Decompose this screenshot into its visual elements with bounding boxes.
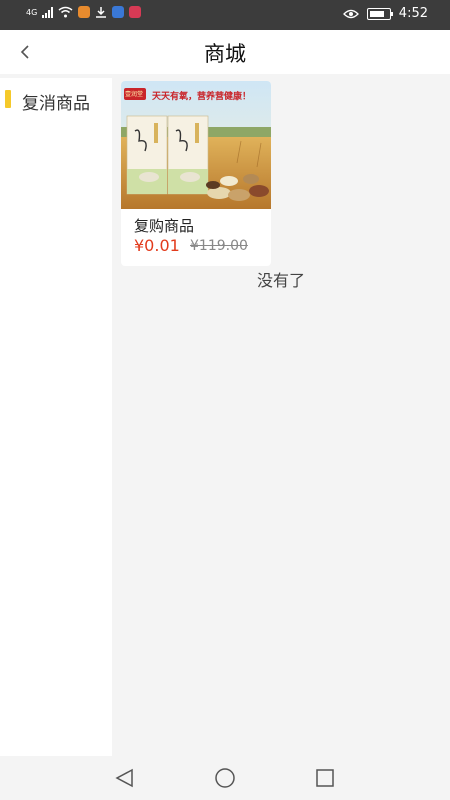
product-image[interactable]: 壹润堂 天天有氧，营养营健康！ (121, 81, 271, 209)
sidebar-item-recurring-goods[interactable]: 复消商品 (0, 78, 112, 122)
banner-logo: 壹润堂 (125, 91, 144, 98)
nav-back-button[interactable] (113, 766, 137, 790)
eye-icon (342, 9, 359, 18)
banner-slogan: 天天有氧，营养营健康！ (152, 92, 252, 102)
system-nav-bar (0, 756, 450, 800)
category-sidebar: 复消商品 (0, 78, 112, 756)
message-icon (129, 6, 142, 18)
list-end-text: 没有了 (257, 271, 306, 290)
app-header: 商城 (0, 30, 450, 74)
product-name: 复购商品 (134, 217, 195, 235)
nav-home-icon (215, 768, 235, 788)
page-title: 商城 (204, 42, 246, 66)
status-time: 4:52 (398, 6, 428, 21)
nav-recents-button[interactable] (313, 766, 337, 790)
nav-recents-icon (316, 769, 334, 787)
product-original-price: ¥119.00 (190, 238, 248, 254)
status-bar: 4G 4:52 (0, 0, 450, 30)
product-card[interactable]: 壹润堂 天天有氧，营养营健康！ 复购商品 ¥0.01 ¥119.00 (121, 81, 271, 266)
sidebar-item-label: 复消商品 (22, 94, 90, 114)
app-notification-icon (78, 6, 91, 18)
carrier-tag: 4G (26, 7, 38, 17)
battery-icon (366, 7, 393, 20)
browser-icon (112, 6, 125, 18)
wifi-icon (58, 6, 73, 18)
active-indicator (5, 90, 11, 108)
nav-back-icon (115, 768, 133, 788)
download-icon (96, 7, 107, 18)
nav-home-button[interactable] (213, 766, 237, 790)
signal-icon (42, 6, 54, 18)
product-price: ¥0.01 (134, 236, 180, 255)
